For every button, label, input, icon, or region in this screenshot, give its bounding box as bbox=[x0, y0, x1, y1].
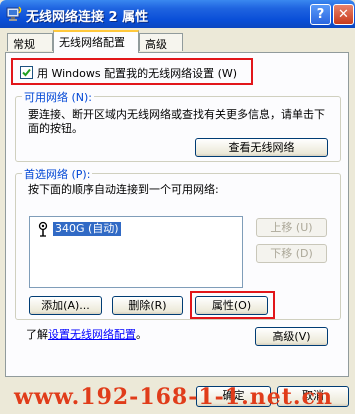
remove-button[interactable]: 删除(R) bbox=[112, 296, 183, 315]
tab-general[interactable]: 常规 bbox=[7, 33, 53, 51]
help-button[interactable]: ? bbox=[310, 4, 331, 25]
title-bar: 无线网络连接 2 属性 ? ✕ bbox=[0, 0, 355, 28]
list-item[interactable]: 340G (自动) bbox=[34, 221, 234, 237]
move-down-button[interactable]: 下移 (D) bbox=[256, 244, 327, 263]
window-title: 无线网络连接 2 属性 bbox=[26, 10, 149, 25]
view-wireless-networks-button[interactable]: 查看无线网络 bbox=[195, 138, 328, 157]
add-button[interactable]: 添加(A)... bbox=[29, 296, 102, 315]
tab-advanced[interactable]: 高级 bbox=[139, 33, 183, 51]
network-name: 340G (自动) bbox=[53, 222, 121, 236]
learn-more-line: 了解设置无线网络配置。 bbox=[26, 326, 147, 342]
preferred-networks-description: 按下面的顺序自动连接到一个可用网络: bbox=[28, 183, 219, 196]
learn-prefix: 了解 bbox=[26, 328, 48, 341]
advanced-button[interactable]: 高级(V) bbox=[255, 327, 328, 346]
setup-wireless-config-link[interactable]: 设置无线网络配置 bbox=[48, 328, 136, 341]
available-networks-description: 要连接、断开区域内无线网络或查找有关更多信息，请单击下面的按钮。 bbox=[28, 108, 325, 135]
available-networks-legend: 可用网络 (N): bbox=[22, 89, 95, 105]
highlight-box-checkbox bbox=[11, 58, 253, 85]
learn-suffix: 。 bbox=[136, 328, 147, 341]
tab-wireless-networks[interactable]: 无线网络配置 bbox=[53, 30, 139, 53]
preferred-networks-legend: 首选网络 (P): bbox=[22, 166, 93, 182]
preferred-networks-list[interactable]: 340G (自动) bbox=[29, 216, 243, 288]
network-connection-icon bbox=[6, 6, 22, 21]
watermark-text: www.192-168-1-1.net.cn bbox=[14, 384, 333, 410]
wireless-antenna-icon bbox=[38, 221, 48, 237]
close-button[interactable]: ✕ bbox=[333, 4, 354, 25]
highlight-box-properties bbox=[190, 291, 275, 319]
move-up-button[interactable]: 上移 (U) bbox=[256, 218, 327, 237]
